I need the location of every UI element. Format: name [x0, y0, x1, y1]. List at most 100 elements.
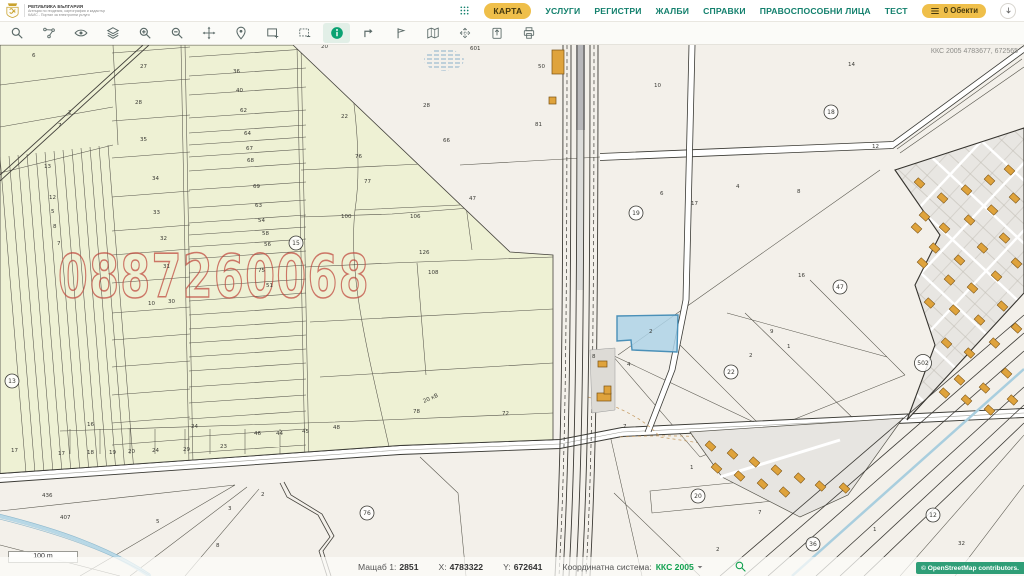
- move-features-icon: [458, 26, 472, 40]
- x-readout: X: 4783322: [439, 562, 484, 572]
- parcel-label: 35: [140, 137, 147, 143]
- svg-text:18: 18: [827, 109, 835, 116]
- circled-parcel-label: 12: [926, 508, 940, 522]
- route-tool[interactable]: [35, 23, 62, 43]
- draw-extent-tool[interactable]: [259, 23, 286, 43]
- parcel-label: 2: [261, 492, 265, 498]
- svg-text:22: 22: [727, 369, 735, 376]
- circled-parcel-label: 15: [289, 236, 303, 250]
- parcel-label: 22: [341, 114, 348, 120]
- x-label: X:: [439, 562, 447, 572]
- info-icon: [330, 26, 344, 40]
- info-tool[interactable]: [323, 23, 350, 43]
- parcel-label: 2: [749, 353, 753, 359]
- flag-tool[interactable]: [387, 23, 414, 43]
- map-book-tool[interactable]: [419, 23, 446, 43]
- print-tool[interactable]: [515, 23, 542, 43]
- turn-arrow-icon: [362, 26, 376, 40]
- parcel-label: 44: [276, 431, 283, 437]
- nav-item[interactable]: ЖАЛБИ: [656, 6, 689, 16]
- parcel-label: 67: [246, 146, 253, 152]
- layers-icon: [106, 26, 120, 40]
- logo-portal: КАИС - Портал за електронни услуги: [28, 13, 105, 17]
- agency-logo-text: РЕПУБЛИКА БЪЛГАРИЯ Агенция по геодезия, …: [24, 4, 105, 17]
- parcel-label: 1: [873, 527, 877, 533]
- parcel-label: 1: [690, 465, 694, 471]
- parcel-label: 4: [736, 184, 740, 190]
- circled-parcel-label: 47: [833, 280, 847, 294]
- crs-selector[interactable]: Координатна система: ККС 2005: [562, 562, 703, 572]
- parcel-label: 50: [538, 64, 545, 70]
- parcel-label: 8: [592, 354, 596, 360]
- move-features-tool[interactable]: [451, 23, 478, 43]
- scale-value: 2851: [399, 562, 418, 572]
- scale-label: Мащаб 1:: [358, 562, 396, 572]
- parcel-label: 12: [872, 144, 879, 150]
- circled-parcel-label: 13: [5, 374, 19, 388]
- zoom-in-tool[interactable]: [131, 23, 158, 43]
- parcel-label: 29: [183, 447, 190, 453]
- select-area-tool[interactable]: [291, 23, 318, 43]
- turn-arrow-tool[interactable]: [355, 23, 382, 43]
- map-canvas[interactable]: 0887260068 20 кВ 27283534333231302671312…: [0, 45, 1024, 576]
- objects-button[interactable]: 0 Обекти: [922, 4, 986, 18]
- parcel-label: 32: [958, 541, 965, 547]
- parcel-label: 6: [32, 53, 36, 59]
- nav-item[interactable]: УСЛУГИ: [545, 6, 580, 16]
- layers-tool[interactable]: [99, 23, 126, 43]
- location-marker-icon: [234, 26, 248, 40]
- arrow-down-icon: [1004, 6, 1013, 15]
- export-tool[interactable]: [483, 23, 510, 43]
- draw-extent-icon: [266, 26, 280, 40]
- parcel-label: 63: [255, 203, 262, 209]
- parcel-label: 407: [60, 515, 71, 521]
- circled-parcel-label: 18: [824, 105, 838, 119]
- app-header: РЕПУБЛИКА БЪЛГАРИЯ Агенция по геодезия, …: [0, 0, 1024, 22]
- parcel-label: 6: [660, 191, 664, 197]
- crs-value[interactable]: ККС 2005: [656, 562, 694, 572]
- parcel-label: 2: [649, 329, 653, 335]
- parcel-label: 76: [355, 154, 362, 160]
- nav-item[interactable]: РЕГИСТРИ: [594, 6, 641, 16]
- street-view-tool[interactable]: [67, 23, 94, 43]
- parcel-label: 69: [253, 184, 260, 190]
- parcel-label: 33: [153, 210, 160, 216]
- parcel-label: 62: [240, 108, 247, 114]
- agency-logo[interactable]: РЕПУБЛИКА БЪЛГАРИЯ Агенция по геодезия, …: [0, 2, 105, 19]
- street-view-icon: [74, 26, 88, 40]
- circled-parcel-label: 36: [806, 537, 820, 551]
- collapse-header-button[interactable]: [1000, 3, 1016, 19]
- x-value: 4783322: [450, 562, 483, 572]
- chevron-down-icon[interactable]: [696, 563, 704, 571]
- status-bar: Мащаб 1: 2851 X: 4783322 Y: 672641 Коорд…: [0, 557, 1024, 576]
- parcel-label: 56: [264, 242, 271, 248]
- circled-parcel-label: 22: [724, 365, 738, 379]
- main-nav: КАРТА УСЛУГИ РЕГИСТРИ ЖАЛБИ СПРАВКИ ПРАВОСПОС…: [459, 3, 1024, 19]
- parcel-label: 5: [156, 519, 160, 525]
- parcel-label: 16: [798, 273, 805, 279]
- parcel-label: 24: [191, 424, 198, 430]
- nav-item[interactable]: ПРАВОСПОСОБНИ ЛИЦА: [760, 6, 871, 16]
- menu-icon: [930, 6, 940, 16]
- parcel-label: 78: [413, 409, 420, 415]
- nav-item[interactable]: ТЕСТ: [885, 6, 908, 16]
- parcel-label: 10: [654, 83, 661, 89]
- parcel-label: 7: [758, 510, 762, 516]
- coordinate-search-icon[interactable]: [734, 560, 747, 573]
- parcel-label: 68: [247, 158, 254, 164]
- svg-text:47: 47: [836, 284, 844, 291]
- pan-tool[interactable]: [195, 23, 222, 43]
- parcel-label: 7: [57, 241, 61, 247]
- apps-grid-icon[interactable]: [459, 5, 470, 16]
- zoom-out-tool[interactable]: [163, 23, 190, 43]
- parcel-label: 100: [341, 214, 352, 220]
- nav-item[interactable]: КАРТА: [484, 3, 531, 19]
- location-marker-tool[interactable]: [227, 23, 254, 43]
- search-tool[interactable]: [3, 23, 30, 43]
- parcel-label: 81: [535, 122, 542, 128]
- parcel-label: 28: [135, 100, 142, 106]
- cadastral-map: 0887260068 20 кВ 27283534333231302671312…: [0, 45, 1024, 576]
- parcel-label: 8: [797, 189, 801, 195]
- osm-attribution[interactable]: © OpenStreetMap contributors.: [916, 562, 1024, 574]
- nav-item[interactable]: СПРАВКИ: [703, 6, 746, 16]
